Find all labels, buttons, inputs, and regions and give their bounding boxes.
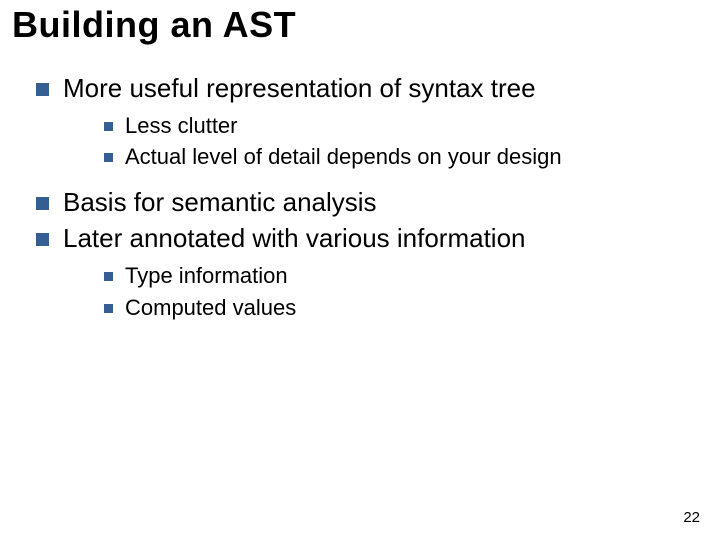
sub-bullet-text: Actual level of detail depends on your d…: [125, 142, 690, 172]
bullet-text: More useful representation of syntax tre…: [63, 72, 690, 105]
bullet-item: More useful representation of syntax tre…: [36, 72, 690, 105]
bullet-text: Basis for semantic analysis: [63, 186, 690, 219]
square-bullet-icon: [36, 197, 49, 210]
square-bullet-icon: [36, 233, 49, 246]
square-bullet-icon: [104, 122, 113, 131]
slide: Building an AST More useful representati…: [0, 0, 720, 540]
slide-body: More useful representation of syntax tre…: [36, 72, 690, 336]
sub-bullet-item: Type information: [104, 261, 690, 291]
sub-list: Less clutter Actual level of detail depe…: [104, 111, 690, 172]
square-bullet-icon: [104, 153, 113, 162]
bullet-item: Basis for semantic analysis: [36, 186, 690, 219]
bullet-text: Later annotated with various information: [63, 222, 690, 255]
sub-bullet-text: Computed values: [125, 293, 690, 323]
sub-bullet-text: Less clutter: [125, 111, 690, 141]
square-bullet-icon: [36, 83, 49, 96]
sub-bullet-item: Actual level of detail depends on your d…: [104, 142, 690, 172]
sub-bullet-item: Computed values: [104, 293, 690, 323]
square-bullet-icon: [104, 272, 113, 281]
sub-bullet-text: Type information: [125, 261, 690, 291]
sub-bullet-item: Less clutter: [104, 111, 690, 141]
square-bullet-icon: [104, 304, 113, 313]
slide-title: Building an AST: [12, 4, 296, 46]
page-number: 22: [683, 509, 700, 526]
sub-list: Type information Computed values: [104, 261, 690, 322]
bullet-item: Later annotated with various information: [36, 222, 690, 255]
